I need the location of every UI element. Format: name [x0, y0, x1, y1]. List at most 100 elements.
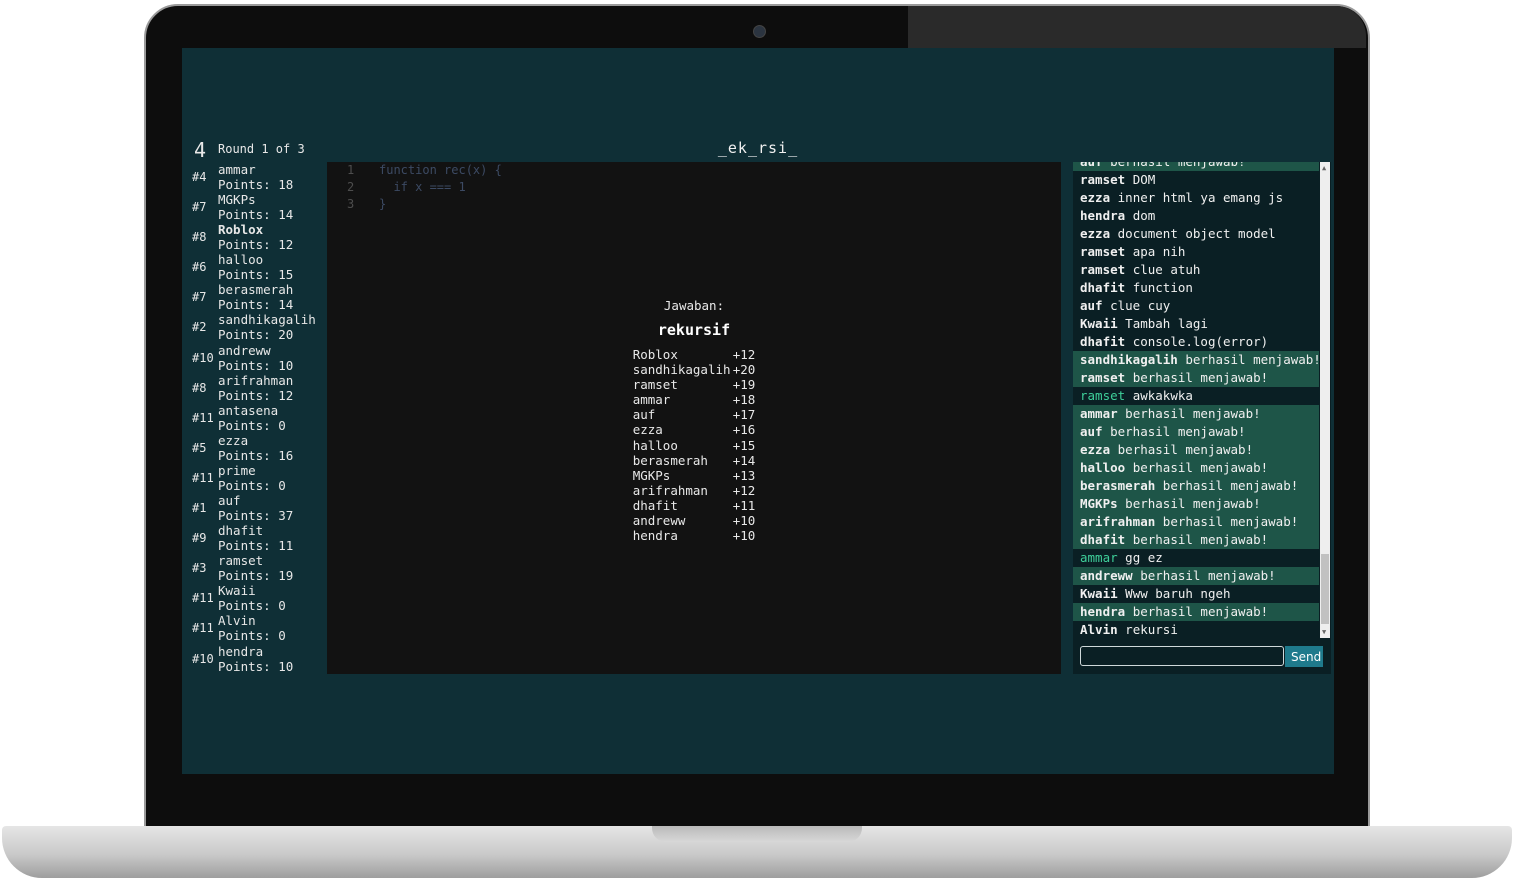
score-delta: +14: [732, 452, 756, 468]
chat-username: berasmerah: [1080, 478, 1156, 493]
player-row: #5 ezza Points: 16: [182, 433, 322, 463]
player-points: Points: 37: [218, 508, 294, 524]
scroll-thumb[interactable]: [1321, 554, 1329, 624]
score-player-name: dhafit: [632, 497, 678, 513]
chat-text: berhasil menjawab!: [1125, 496, 1261, 511]
player-rank: #10: [192, 651, 214, 666]
chat-scrollbar[interactable]: ▲ ▼: [1320, 162, 1330, 638]
player-rank: #5: [192, 440, 207, 455]
score-row: hendra +10: [633, 528, 756, 543]
score-row: berasmerah +14: [633, 453, 756, 468]
player-points: Points: 12: [218, 237, 294, 253]
chat-message: auf berhasil menjawab!: [1073, 162, 1319, 171]
score-player-name: arifrahman: [632, 482, 708, 498]
score-delta: +17: [732, 407, 756, 423]
player-row: #4 ammar Points: 18: [182, 162, 322, 192]
chat-username: ezza: [1080, 226, 1111, 241]
score-row: andreww +10: [633, 513, 756, 528]
score-row: ezza +16: [633, 422, 756, 437]
score-delta: +19: [732, 377, 756, 393]
chat-text: function: [1132, 280, 1193, 295]
screen: 4 Round 1 of 3 _ek_rsi_ #4 ammar Points: 1…: [182, 48, 1334, 774]
player-rank: #10: [192, 350, 214, 365]
score-player-name: auf: [632, 407, 656, 423]
canvas-code-text: 1 function rec(x) {2 if x === 1 3}: [347, 162, 502, 213]
chat-message: auf clue cuy: [1073, 297, 1319, 315]
player-rank: #8: [192, 230, 207, 245]
chat-input[interactable]: [1080, 646, 1284, 666]
chat-text: gg ez: [1125, 550, 1163, 565]
player-row: #2 sandhikagalih Points: 20: [182, 312, 322, 342]
player-rank: #1: [192, 501, 207, 516]
scroll-down-icon[interactable]: ▼: [1322, 628, 1326, 636]
player-rank: #6: [192, 260, 207, 275]
score-delta: +10: [732, 513, 756, 529]
chat-username: dhafit: [1080, 334, 1126, 349]
score-player-name: MGKPs: [632, 467, 671, 483]
chat-message: Kwaii Www baruh ngeh: [1073, 585, 1319, 603]
player-points: Points: 0: [218, 477, 286, 493]
player-rank: #7: [192, 290, 207, 305]
chat-message: sandhikagalih berhasil menjawab!: [1073, 351, 1319, 369]
player-row: #11 prime Points: 0: [182, 463, 322, 493]
chat-text: console.log(error): [1132, 334, 1269, 349]
player-points: Points: 14: [218, 207, 294, 223]
laptop-notch: [652, 826, 862, 842]
player-row: #6 halloo Points: 15: [182, 252, 322, 282]
score-player-name: berasmerah: [632, 452, 708, 468]
chat-message: ramset apa nih: [1073, 243, 1319, 261]
chat-message: ezza berhasil menjawab!: [1073, 441, 1319, 459]
line-number: 2: [347, 180, 355, 194]
chat-username: auf: [1080, 298, 1103, 313]
score-row: arifrahman +12: [633, 483, 756, 498]
score-delta: +10: [732, 528, 756, 544]
chat-username: ramset: [1080, 370, 1126, 385]
player-rank: #11: [192, 591, 214, 606]
score-player-name: andreww: [632, 513, 686, 529]
chat-username: ramset: [1080, 172, 1126, 187]
player-points: Points: 15: [218, 267, 294, 283]
chat-message: ramset berhasil menjawab!: [1073, 369, 1319, 387]
chat-username: dhafit: [1080, 280, 1126, 295]
player-name: berasmerah: [218, 282, 294, 298]
score-delta: +11: [732, 497, 756, 513]
drawing-canvas[interactable]: 1 function rec(x) {2 if x === 1 3} Jawaban…: [327, 162, 1061, 674]
chat-text: berhasil menjawab!: [1185, 352, 1319, 367]
player-row: #3 ramset Points: 19: [182, 553, 322, 583]
chat-text: berhasil menjawab!: [1117, 442, 1254, 457]
player-points: Points: 12: [218, 387, 294, 403]
player-points: Points: 19: [218, 568, 294, 584]
chat-text: DOM: [1132, 172, 1156, 187]
player-points: Points: 10: [218, 658, 294, 674]
scroll-up-icon[interactable]: ▲: [1322, 164, 1326, 172]
player-name: Roblox: [218, 222, 264, 238]
chat-text: clue cuy: [1110, 298, 1171, 313]
player-name: sandhikagalih: [218, 312, 316, 328]
chat-text: berhasil menjawab!: [1110, 162, 1245, 169]
chat-text: berhasil menjawab!: [1162, 478, 1299, 493]
score-delta: +12: [732, 482, 756, 498]
chat-username: halloo: [1080, 460, 1126, 475]
send-button[interactable]: Send: [1285, 646, 1323, 667]
chat-username: ezza: [1080, 190, 1111, 205]
score-delta: +12: [732, 347, 756, 362]
player-name: prime: [218, 462, 256, 478]
player-name: ramset: [218, 553, 264, 569]
chat-log[interactable]: auf berhasil menjawab!ramset DOMezza inn…: [1073, 162, 1319, 638]
player-row: #11 Alvin Points: 0: [182, 613, 322, 643]
score-delta: +15: [732, 437, 756, 453]
player-points: Points: 20: [218, 327, 294, 343]
webcam: [753, 25, 766, 38]
player-name: Alvin: [218, 613, 256, 629]
player-name: MGKPs: [218, 192, 256, 208]
player-rank: #9: [192, 531, 207, 546]
chat-message: MGKPs berhasil menjawab!: [1073, 495, 1319, 513]
chat-username: ramset: [1080, 262, 1126, 277]
chat-username: Kwaii: [1080, 316, 1118, 331]
score-delta: +16: [732, 422, 756, 438]
score-list: Roblox +12 sandhikagalih +20 ramset +19 ammar +…: [633, 347, 756, 543]
score-player-name: hendra: [632, 528, 678, 544]
score-delta: +20: [732, 362, 756, 378]
chat-username: ammar: [1080, 406, 1118, 421]
code-text: if x === 1: [379, 180, 466, 194]
